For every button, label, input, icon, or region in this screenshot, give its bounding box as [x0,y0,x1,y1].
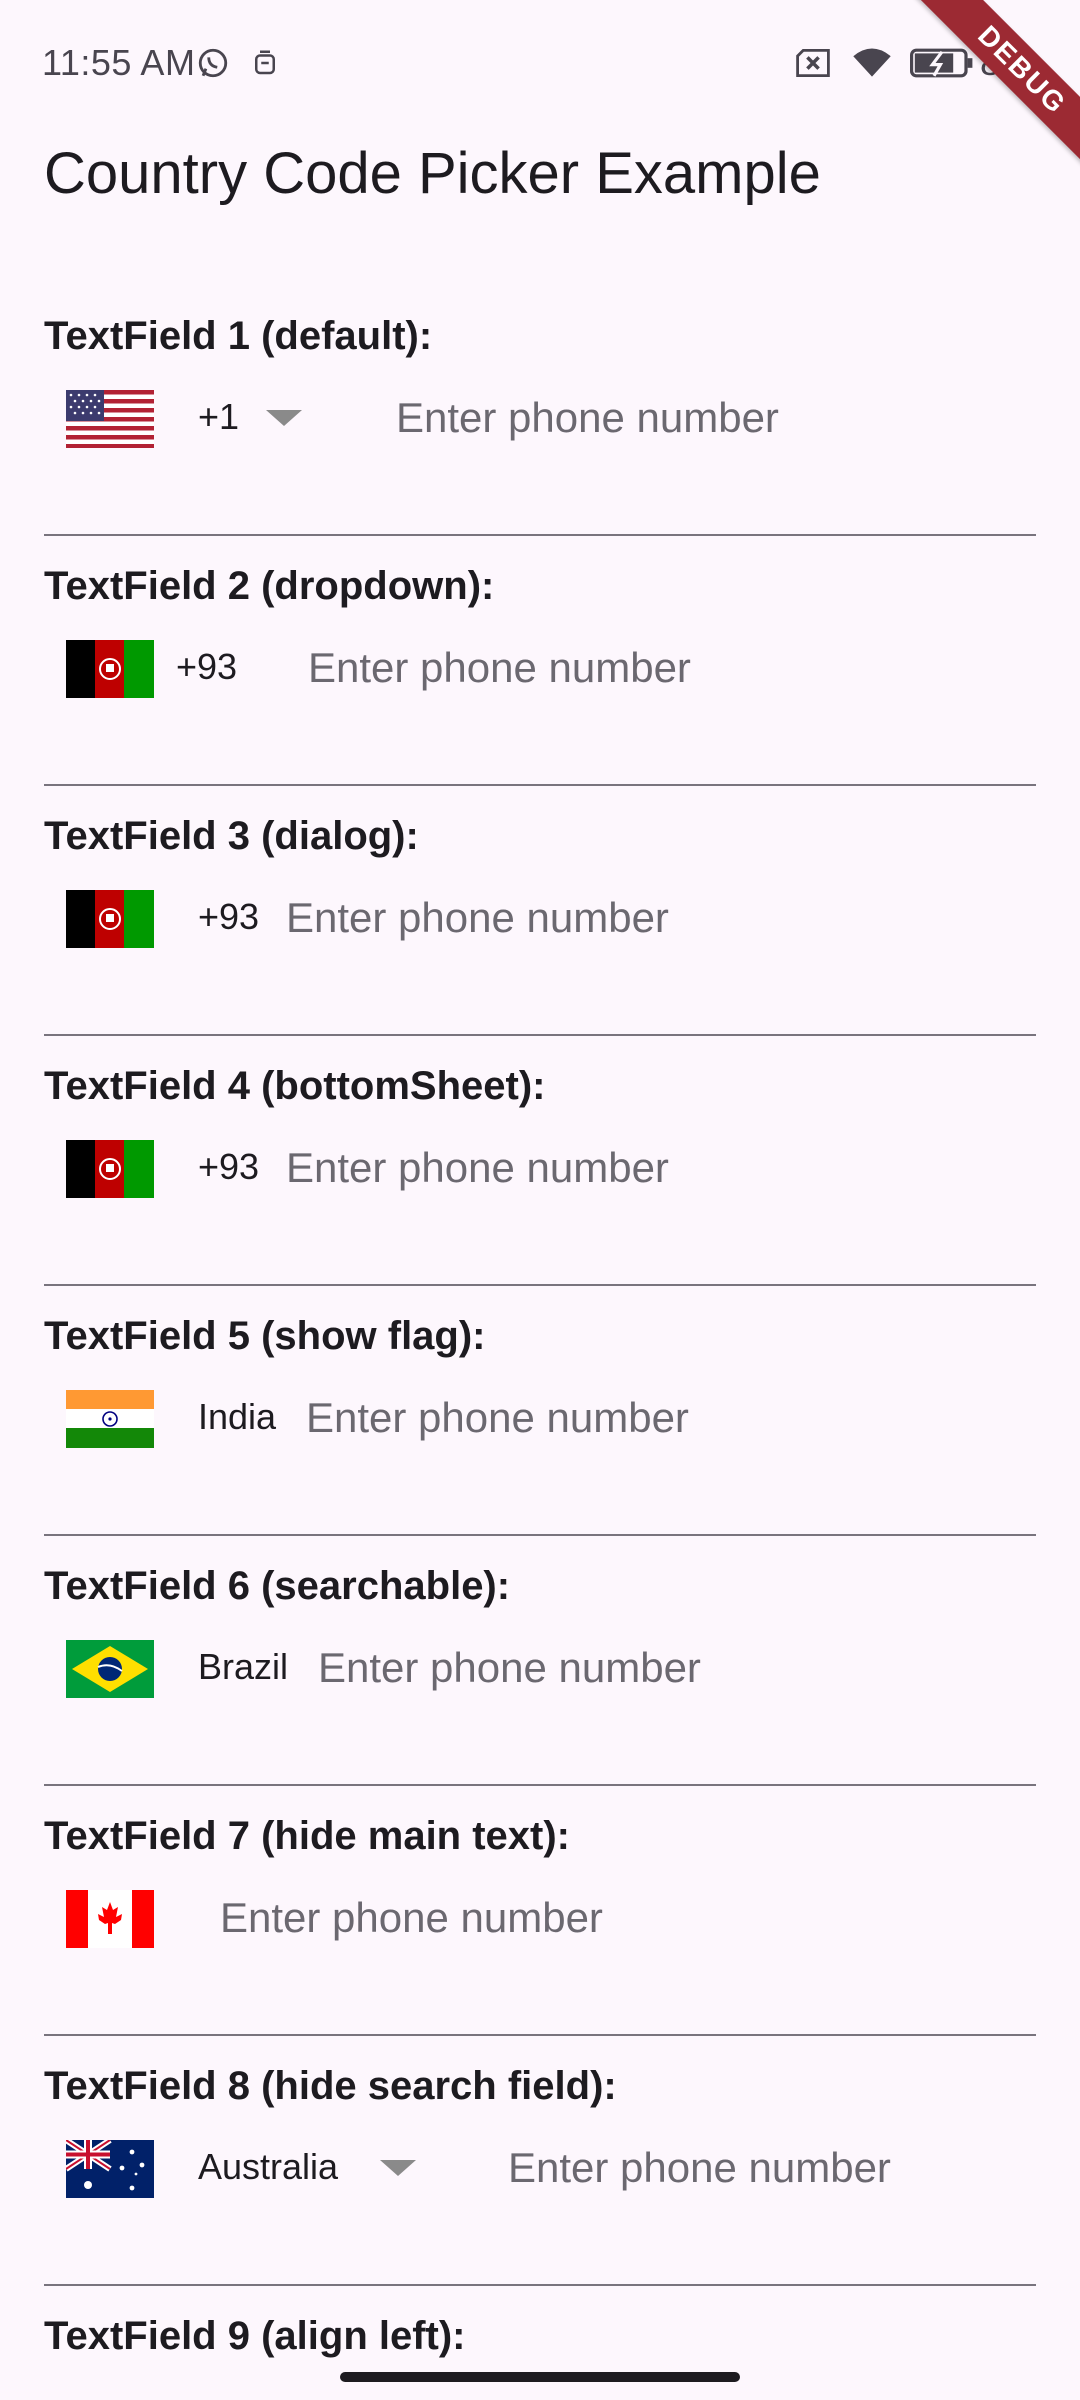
chevron-down-icon[interactable] [266,410,302,426]
phone-input[interactable] [318,1628,1036,1708]
input-underline [44,1784,1036,1786]
chevron-down-icon[interactable] [380,2160,416,2176]
phone-input[interactable] [308,628,1036,708]
field-label: TextField 8 (hide search field): [44,2064,617,2108]
country-name[interactable]: Brazil [198,1646,288,1688]
country-name[interactable]: India [198,1396,276,1438]
country-name[interactable]: Australia [198,2146,338,2188]
canada-flag-icon[interactable] [66,1890,154,1948]
input-underline [44,2034,1036,2036]
status-time: 11:55 AM [42,42,196,83]
country-code[interactable]: +1 [198,396,239,438]
us-flag-icon[interactable] [66,390,154,448]
wifi-icon [853,48,891,77]
home-indicator[interactable] [340,2372,740,2382]
country-code[interactable]: +93 [176,646,237,688]
afghanistan-flag-icon[interactable] [66,1140,154,1198]
field-2-section: TextField 2 (dropdown): +93 [0,540,1080,790]
debug-banner: DEBUG [910,0,1080,170]
india-flag-icon[interactable] [66,1390,154,1448]
field-8-section: TextField 8 (hide search field): Austral… [0,2040,1080,2290]
debug-banner-label: DEBUG [910,0,1080,170]
input-underline [44,2284,1036,2286]
phone-input[interactable] [286,878,1036,958]
field-6-section: TextField 6 (searchable): Brazil [0,1540,1080,1790]
field-label: TextField 6 (searchable): [44,1564,511,1608]
field-7-section: TextField 7 (hide main text): [0,1790,1080,2040]
phone-input[interactable] [508,2128,1036,2208]
field-label: TextField 2 (dropdown): [44,564,495,608]
country-code[interactable]: +93 [198,1146,259,1188]
field-9-section: TextField 9 (align left): [0,2290,1080,2370]
field-label: TextField 1 (default): [44,314,433,358]
no-sim-icon [796,49,830,77]
input-underline [44,534,1036,536]
phone-input[interactable] [396,378,1036,458]
input-underline [44,1034,1036,1036]
brazil-flag-icon[interactable] [66,1640,154,1698]
page-title: Country Code Picker Example [44,141,821,206]
field-label: TextField 4 (bottomSheet): [44,1064,546,1108]
field-label: TextField 9 (align left): [44,2314,466,2358]
phone-input[interactable] [286,1128,1036,1208]
field-label: TextField 3 (dialog): [44,814,419,858]
whatsapp-icon [198,48,228,78]
input-underline [44,784,1036,786]
field-label: TextField 5 (show flag): [44,1314,486,1358]
notification-icon [255,50,275,75]
input-underline [44,1284,1036,1286]
field-1-section: TextField 1 (default): +1 [0,290,1080,540]
afghanistan-flag-icon[interactable] [66,890,154,948]
australia-flag-icon[interactable] [66,2140,154,2198]
field-label: TextField 7 (hide main text): [44,1814,570,1858]
phone-input[interactable] [306,1378,1036,1458]
field-4-section: TextField 4 (bottomSheet): +93 [0,1040,1080,1290]
phone-input[interactable] [220,1878,1036,1958]
field-3-section: TextField 3 (dialog): +93 [0,790,1080,1040]
field-5-section: TextField 5 (show flag): India [0,1290,1080,1540]
country-code[interactable]: +93 [198,896,259,938]
input-underline [44,1534,1036,1536]
afghanistan-flag-icon[interactable] [66,640,154,698]
